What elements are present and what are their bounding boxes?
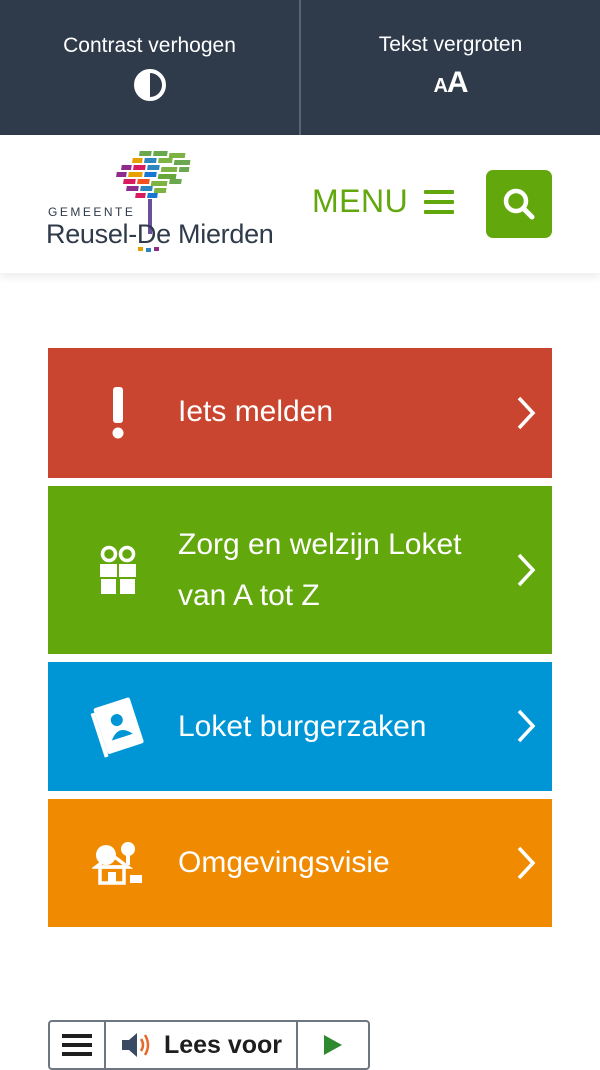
text-size-label: Tekst vergroten xyxy=(378,33,523,56)
readspeaker-bar: Lees voor xyxy=(48,1020,370,1070)
passport-icon xyxy=(90,697,144,758)
tile-loket-burgerzaken[interactable]: Loket burgerzaken xyxy=(48,662,552,791)
chevron-right-icon xyxy=(517,396,536,430)
service-tiles: Iets melden Zorg en welzijn Loket van A … xyxy=(48,348,552,935)
text-size-button[interactable]: Tekst vergroten AA xyxy=(299,0,600,135)
hamburger-icon xyxy=(62,1034,92,1056)
tile-omgevingsvisie[interactable]: Omgevingsvisie xyxy=(48,799,552,927)
tile-label: Iets melden xyxy=(178,395,334,428)
accessibility-bar: Contrast verhogen Tekst vergroten AA xyxy=(0,0,600,135)
search-icon xyxy=(503,188,535,220)
menu-label: MENU xyxy=(312,183,409,219)
play-button[interactable] xyxy=(298,1022,368,1068)
play-icon xyxy=(324,1035,342,1055)
read-aloud-button[interactable]: Lees voor xyxy=(106,1022,298,1068)
chevron-right-icon xyxy=(517,553,536,587)
speaker-icon xyxy=(121,1033,150,1057)
tile-label: Zorg en welzijn Loket van A tot Z xyxy=(178,528,462,612)
readspeaker-menu-button[interactable] xyxy=(50,1022,106,1068)
tile-zorg-welzijn[interactable]: Zorg en welzijn Loket van A tot Z xyxy=(48,486,552,654)
chevron-right-icon xyxy=(517,709,536,743)
exclamation-icon xyxy=(112,387,124,439)
site-header: GEMEENTE Reusel-De Mierden MENU xyxy=(0,135,600,273)
tile-label: Loket burgerzaken xyxy=(178,710,427,743)
text-size-icon: AA xyxy=(433,66,468,99)
contrast-button[interactable]: Contrast verhogen xyxy=(0,0,299,135)
logo-name: Reusel-De Mierden xyxy=(46,219,274,249)
chevron-right-icon xyxy=(517,846,536,880)
municipality-logo[interactable]: GEMEENTE Reusel-De Mierden xyxy=(46,149,286,264)
house-tree-icon xyxy=(92,842,142,885)
menu-button[interactable]: MENU xyxy=(312,183,455,220)
read-aloud-label: Lees voor xyxy=(163,1030,283,1059)
logo-small-text: GEMEENTE xyxy=(48,205,136,219)
search-button[interactable] xyxy=(486,170,552,238)
hamburger-icon xyxy=(424,189,455,214)
people-icon xyxy=(100,545,136,594)
contrast-icon xyxy=(133,68,166,101)
contrast-label: Contrast verhogen xyxy=(63,33,236,57)
tile-label: Omgevingsvisie xyxy=(178,846,390,879)
tile-iets-melden[interactable]: Iets melden xyxy=(48,348,552,478)
